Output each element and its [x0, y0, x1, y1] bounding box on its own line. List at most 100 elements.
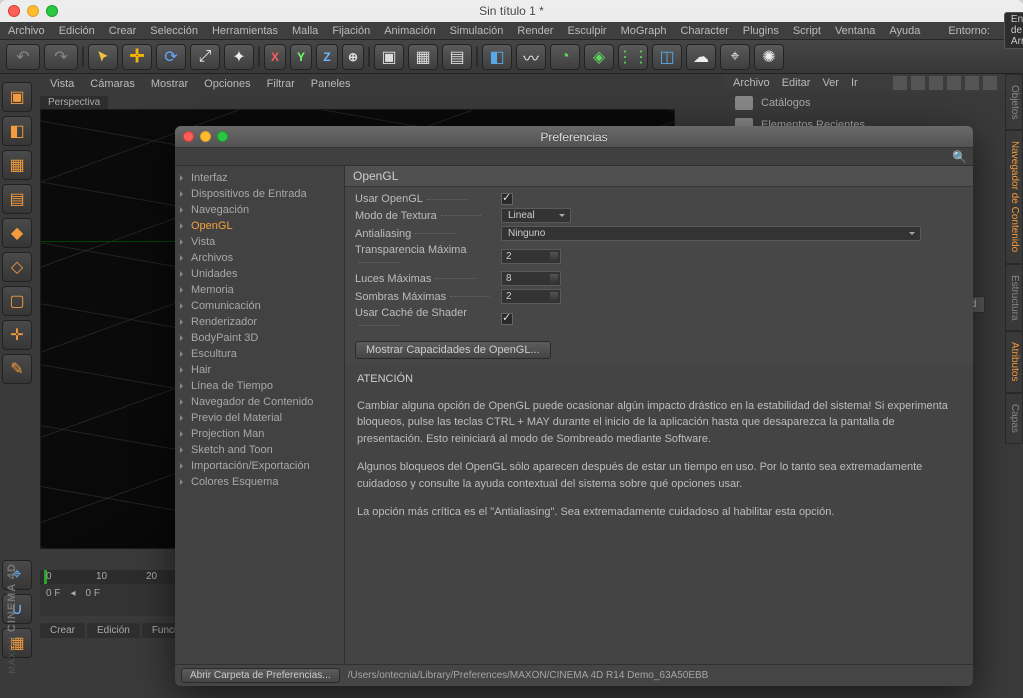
- viewport-menu-item[interactable]: Mostrar: [151, 78, 188, 96]
- prefs-sidebar-item[interactable]: Comunicación: [175, 298, 344, 314]
- menu-plugins[interactable]: Plugins: [743, 25, 779, 37]
- show-opengl-caps-button[interactable]: Mostrar Capacidades de OpenGL...: [355, 341, 551, 359]
- prefs-sidebar-item[interactable]: BodyPaint 3D: [175, 330, 344, 346]
- open-prefs-folder-button[interactable]: Abrir Carpeta de Preferencias...: [181, 668, 340, 683]
- prefs-sidebar-item[interactable]: Sketch and Toon: [175, 442, 344, 458]
- edge-mode-button[interactable]: ◇: [2, 252, 32, 282]
- menu-render[interactable]: Render: [517, 25, 553, 37]
- render-settings-button[interactable]: ▤: [442, 44, 472, 70]
- texture-mode-button[interactable]: ▦: [2, 150, 32, 180]
- select-tool[interactable]: [88, 44, 118, 70]
- shader-cache-checkbox[interactable]: [501, 313, 513, 325]
- axis-world-toggle[interactable]: ⊕: [342, 44, 364, 70]
- prefs-sidebar-item[interactable]: Vista: [175, 234, 344, 250]
- last-tool[interactable]: ✦: [224, 44, 254, 70]
- menu-crear[interactable]: Crear: [109, 25, 137, 37]
- frame-current[interactable]: 0 F: [85, 588, 99, 599]
- render-region-button[interactable]: ▦: [408, 44, 438, 70]
- menu-malla[interactable]: Malla: [292, 25, 318, 37]
- environment-button[interactable]: ☁: [686, 44, 716, 70]
- viewport-menu-item[interactable]: Opciones: [204, 78, 250, 96]
- viewport-menu-item[interactable]: Cámaras: [90, 78, 135, 96]
- browser-menu-item[interactable]: Ver: [822, 77, 839, 89]
- generator-button[interactable]: ◔: [550, 44, 580, 70]
- prefs-sidebar-item[interactable]: Previo del Material: [175, 410, 344, 426]
- prefs-titlebar[interactable]: Preferencias: [175, 126, 973, 148]
- bottom-tab[interactable]: Edición: [87, 623, 140, 638]
- menu-esculpir[interactable]: Esculpir: [567, 25, 606, 37]
- workplane-button[interactable]: ▤: [2, 184, 32, 214]
- menu-herramientas[interactable]: Herramientas: [212, 25, 278, 37]
- menu-animación[interactable]: Animación: [384, 25, 435, 37]
- menu-fijación[interactable]: Fijación: [332, 25, 370, 37]
- tweak-mode-button[interactable]: ✎: [2, 354, 32, 384]
- prefs-sidebar-item[interactable]: OpenGL: [175, 218, 344, 234]
- browser-folder-row[interactable]: Catálogos: [725, 92, 1005, 114]
- axis-y-toggle[interactable]: Y: [290, 44, 312, 70]
- array-button[interactable]: ⋮⋮: [618, 44, 648, 70]
- axis-x-toggle[interactable]: X: [264, 44, 286, 70]
- prefs-sidebar-item[interactable]: Memoria: [175, 282, 344, 298]
- menu-archivo[interactable]: Archivo: [8, 25, 45, 37]
- primitive-cube-button[interactable]: ◧: [482, 44, 512, 70]
- prefs-sidebar-item[interactable]: Navegador de Contenido: [175, 394, 344, 410]
- make-editable-button[interactable]: ▣: [2, 82, 32, 112]
- max-lights-field[interactable]: 8: [501, 271, 561, 286]
- camera-button[interactable]: ⌖: [720, 44, 750, 70]
- viewport-menu-item[interactable]: Vista: [50, 78, 74, 96]
- redo-button[interactable]: ↷: [44, 44, 78, 70]
- prefs-sidebar-item[interactable]: Colores Esquema: [175, 474, 344, 490]
- prefs-sidebar-item[interactable]: Hair: [175, 362, 344, 378]
- light-button[interactable]: ✺: [754, 44, 784, 70]
- deformer-button[interactable]: ◫: [652, 44, 682, 70]
- frame-start[interactable]: 0 F: [46, 588, 60, 599]
- menu-selección[interactable]: Selección: [150, 25, 198, 37]
- menu-mograph[interactable]: MoGraph: [621, 25, 667, 37]
- layout-select[interactable]: Entorno de Arranque: [1004, 12, 1023, 49]
- spline-button[interactable]: 〰: [516, 44, 546, 70]
- prefs-sidebar-item[interactable]: Archivos: [175, 250, 344, 266]
- axis-mode-button[interactable]: ✛: [2, 320, 32, 350]
- browser-tool-icon[interactable]: [965, 76, 979, 90]
- dock-tab[interactable]: Estructura: [1005, 264, 1023, 332]
- polygon-mode-button[interactable]: ▢: [2, 286, 32, 316]
- scale-tool[interactable]: ⤢: [190, 44, 220, 70]
- prefs-sidebar-item[interactable]: Navegación: [175, 202, 344, 218]
- dock-tab[interactable]: Navegador de Contenido: [1005, 130, 1023, 263]
- browser-tool-icon[interactable]: [947, 76, 961, 90]
- browser-tool-icon[interactable]: [893, 76, 907, 90]
- browser-menu-item[interactable]: Editar: [782, 77, 811, 89]
- menu-script[interactable]: Script: [793, 25, 821, 37]
- texture-mode-select[interactable]: Lineal: [501, 208, 571, 223]
- prefs-search-bar[interactable]: 🔍: [175, 148, 973, 166]
- prefs-sidebar-item[interactable]: Unidades: [175, 266, 344, 282]
- render-view-button[interactable]: ▣: [374, 44, 404, 70]
- menu-character[interactable]: Character: [680, 25, 728, 37]
- max-transparency-field[interactable]: 2: [501, 249, 561, 264]
- move-tool[interactable]: ✛: [122, 44, 152, 70]
- browser-tool-icon[interactable]: [983, 76, 997, 90]
- prefs-sidebar-item[interactable]: Dispositivos de Entrada: [175, 186, 344, 202]
- model-mode-button[interactable]: ◧: [2, 116, 32, 146]
- menu-ayuda[interactable]: Ayuda: [889, 25, 920, 37]
- bottom-tab[interactable]: Crear: [40, 623, 85, 638]
- max-shadows-field[interactable]: 2: [501, 289, 561, 304]
- browser-tool-icon[interactable]: [929, 76, 943, 90]
- prefs-sidebar-item[interactable]: Projection Man: [175, 426, 344, 442]
- menu-ventana[interactable]: Ventana: [835, 25, 875, 37]
- dock-tab[interactable]: Atributos: [1005, 331, 1023, 392]
- menu-edición[interactable]: Edición: [59, 25, 95, 37]
- prefs-sidebar-item[interactable]: Escultura: [175, 346, 344, 362]
- axis-z-toggle[interactable]: Z: [316, 44, 338, 70]
- prefs-sidebar-item[interactable]: Línea de Tiempo: [175, 378, 344, 394]
- undo-button[interactable]: ↶: [6, 44, 40, 70]
- browser-tool-icon[interactable]: [911, 76, 925, 90]
- prefs-sidebar-item[interactable]: Renderizador: [175, 314, 344, 330]
- rotate-tool[interactable]: ⟳: [156, 44, 186, 70]
- dock-tab[interactable]: Objetos: [1005, 74, 1023, 130]
- subdivision-button[interactable]: ◈: [584, 44, 614, 70]
- dock-tab[interactable]: Capas: [1005, 393, 1023, 444]
- browser-menu-item[interactable]: Ir: [851, 77, 858, 89]
- viewport-menu-item[interactable]: Filtrar: [267, 78, 295, 96]
- point-mode-button[interactable]: ◆: [2, 218, 32, 248]
